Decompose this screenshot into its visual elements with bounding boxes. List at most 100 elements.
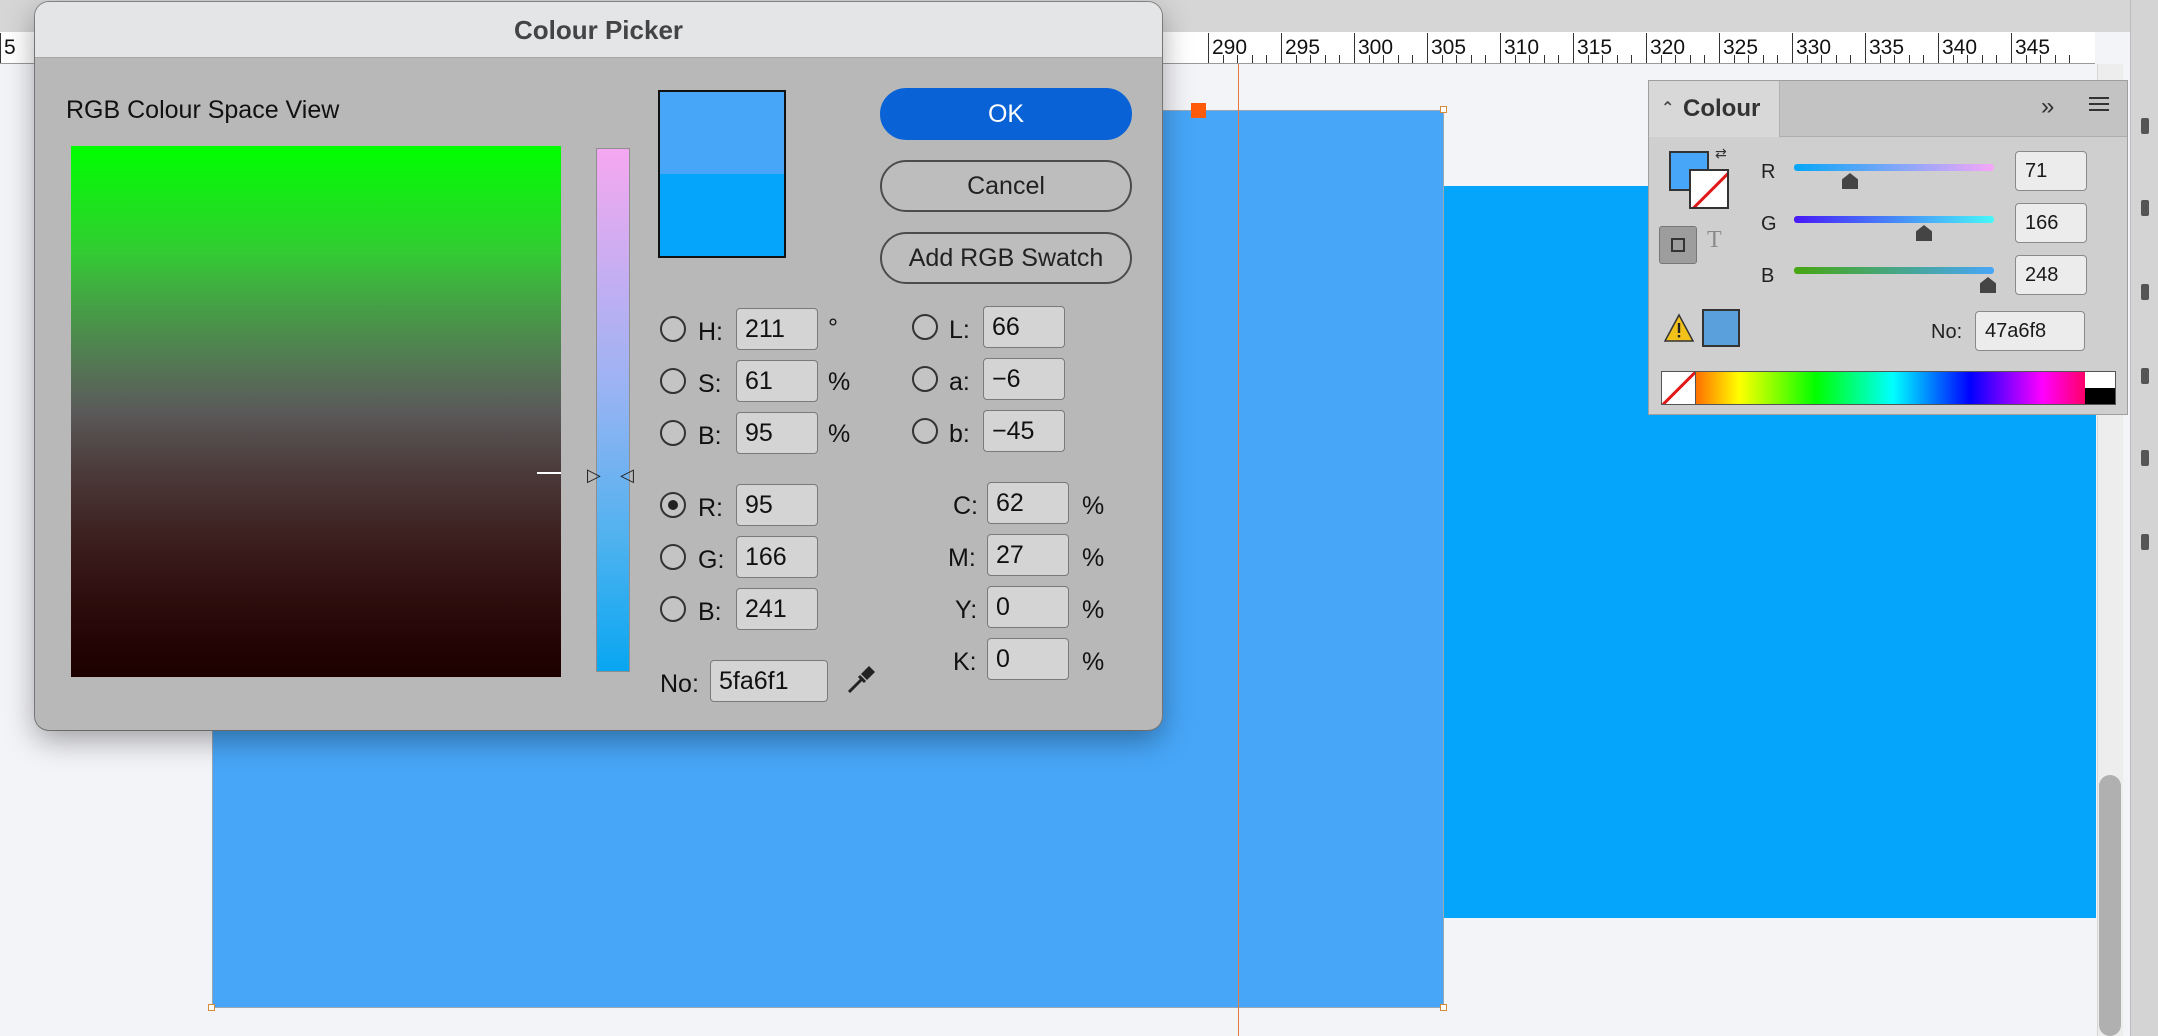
hex-field[interactable]: 5fa6f1 — [710, 660, 828, 702]
s-label: S: — [698, 370, 722, 398]
panel-menu-icon[interactable] — [2089, 97, 2109, 115]
r-field[interactable]: 95 — [736, 484, 818, 526]
ruler-minor-tick — [1237, 55, 1239, 63]
panel-hex-field[interactable]: 47a6f8 — [1975, 311, 2085, 351]
h-field[interactable]: 211 — [736, 308, 818, 350]
warning-icon[interactable] — [1663, 313, 1695, 343]
radio-lab-b[interactable] — [912, 418, 938, 444]
blue-field[interactable]: 241 — [736, 588, 818, 630]
rail-icon[interactable] — [2141, 450, 2149, 466]
cancel-button[interactable]: Cancel — [880, 160, 1132, 212]
blue-label: B: — [698, 598, 722, 626]
selection-handle-bottom-right[interactable] — [1440, 1004, 1447, 1011]
l-field[interactable]: 66 — [983, 306, 1065, 348]
ruler-minor-tick — [1835, 55, 1837, 63]
ruler-minor-tick — [2069, 55, 2071, 63]
radio-b[interactable] — [660, 420, 686, 446]
g-label: G: — [698, 546, 725, 574]
right-tool-rail — [2130, 0, 2158, 1036]
ruler-minor-tick — [1543, 55, 1545, 63]
ruler-minor-tick — [1558, 55, 1560, 63]
rail-icon[interactable] — [2141, 200, 2149, 216]
selection-handle-top-right[interactable] — [1440, 106, 1447, 113]
orange-anchor-handle[interactable] — [1191, 103, 1206, 118]
radio-g[interactable] — [660, 544, 686, 570]
formatting-container-icon[interactable] — [1659, 226, 1697, 264]
radio-a[interactable] — [912, 366, 938, 392]
panel-r-field[interactable]: 71 — [2015, 151, 2087, 191]
ruler-minor-tick — [1923, 55, 1925, 63]
panel-g-slider-thumb[interactable] — [1916, 225, 1932, 241]
ruler-minor-tick — [1529, 55, 1531, 63]
radio-blue[interactable] — [660, 596, 686, 622]
colour-preview — [658, 90, 786, 258]
swap-fill-stroke-icon[interactable]: ⇄ — [1715, 145, 1727, 162]
m-unit: % — [1082, 544, 1105, 572]
ruler-minor-tick — [1952, 55, 1954, 63]
channel-slider[interactable] — [596, 148, 630, 672]
brightness-field[interactable]: 95 — [736, 412, 818, 454]
y-field[interactable]: 0 — [987, 586, 1069, 628]
s-unit: % — [828, 368, 851, 396]
panel-g-slider[interactable] — [1794, 216, 1994, 223]
s-field[interactable]: 61 — [736, 360, 818, 402]
none-colour-icon[interactable] — [1662, 372, 1696, 404]
ruler-major-tick — [1573, 33, 1574, 63]
radio-r[interactable] — [660, 492, 686, 518]
k-field[interactable]: 0 — [987, 638, 1069, 680]
eyedropper-icon[interactable] — [841, 658, 881, 698]
ruler-tick-label: 300 — [1358, 36, 1394, 59]
ruler-minor-tick — [2025, 55, 2027, 63]
rail-icon[interactable] — [2141, 284, 2149, 300]
slider-left-arrow-icon[interactable]: ▷ — [587, 466, 605, 484]
colour-field-crosshair[interactable] — [537, 472, 561, 474]
colour-space-view-label: RGB Colour Space View — [66, 96, 340, 124]
selection-handle-bottom-left[interactable] — [208, 1004, 215, 1011]
g-field[interactable]: 166 — [736, 536, 818, 578]
lab-b-field[interactable]: −45 — [983, 410, 1065, 452]
ruler-minor-tick — [1441, 55, 1443, 63]
ruler-major-tick — [1354, 33, 1355, 63]
rail-icon[interactable] — [2141, 534, 2149, 550]
colour-field[interactable] — [71, 146, 561, 677]
ruler-minor-tick — [1368, 55, 1370, 63]
panel-r-slider[interactable] — [1794, 164, 1994, 171]
colour-spectrum-ramp[interactable] — [1661, 371, 2116, 405]
vertical-guide — [1238, 64, 1239, 1036]
panel-r-slider-thumb[interactable] — [1842, 173, 1858, 189]
ruler-tick-label: 325 — [1723, 36, 1759, 59]
ruler-major-tick — [1427, 33, 1428, 63]
radio-h[interactable] — [660, 316, 686, 342]
rail-icon[interactable] — [2141, 118, 2149, 134]
collapse-panel-icon[interactable]: » — [2041, 93, 2054, 121]
panel-b-slider-thumb[interactable] — [1980, 277, 1996, 293]
panel-g-field[interactable]: 166 — [2015, 203, 2087, 243]
panel-b-field[interactable]: 248 — [2015, 255, 2087, 295]
tab-expand-icon[interactable]: ⌃ — [1661, 81, 1674, 137]
radio-l[interactable] — [912, 314, 938, 340]
r-label: R: — [698, 494, 723, 522]
ruler-major-tick — [1865, 33, 1866, 63]
a-label: a: — [949, 368, 970, 396]
c-label: C: — [953, 492, 978, 520]
rail-icon[interactable] — [2141, 368, 2149, 384]
m-field[interactable]: 27 — [987, 534, 1069, 576]
white-black-swatch[interactable] — [2085, 372, 2115, 404]
ruler-minor-tick — [2040, 55, 2042, 63]
vertical-scrollbar-thumb[interactable] — [2099, 775, 2121, 1036]
ruler-major-tick — [2011, 33, 2012, 63]
in-gamut-colour-swatch[interactable] — [1702, 309, 1740, 347]
formatting-text-icon[interactable]: T — [1707, 227, 1722, 254]
ruler-tick-label: 5 — [4, 36, 16, 59]
slider-right-arrow-icon[interactable]: ◁ — [620, 466, 638, 484]
radio-s[interactable] — [660, 368, 686, 394]
c-field[interactable]: 62 — [987, 482, 1069, 524]
add-rgb-swatch-button[interactable]: Add RGB Swatch — [880, 232, 1132, 284]
ok-button[interactable]: OK — [880, 88, 1132, 140]
m-label: M: — [948, 544, 976, 572]
colour-panel-tab[interactable]: ⌃ Colour — [1649, 81, 1780, 137]
a-field[interactable]: −6 — [983, 358, 1065, 400]
panel-b-slider[interactable] — [1794, 267, 1994, 274]
stroke-swatch[interactable] — [1689, 169, 1729, 209]
y-label: Y: — [955, 596, 978, 624]
